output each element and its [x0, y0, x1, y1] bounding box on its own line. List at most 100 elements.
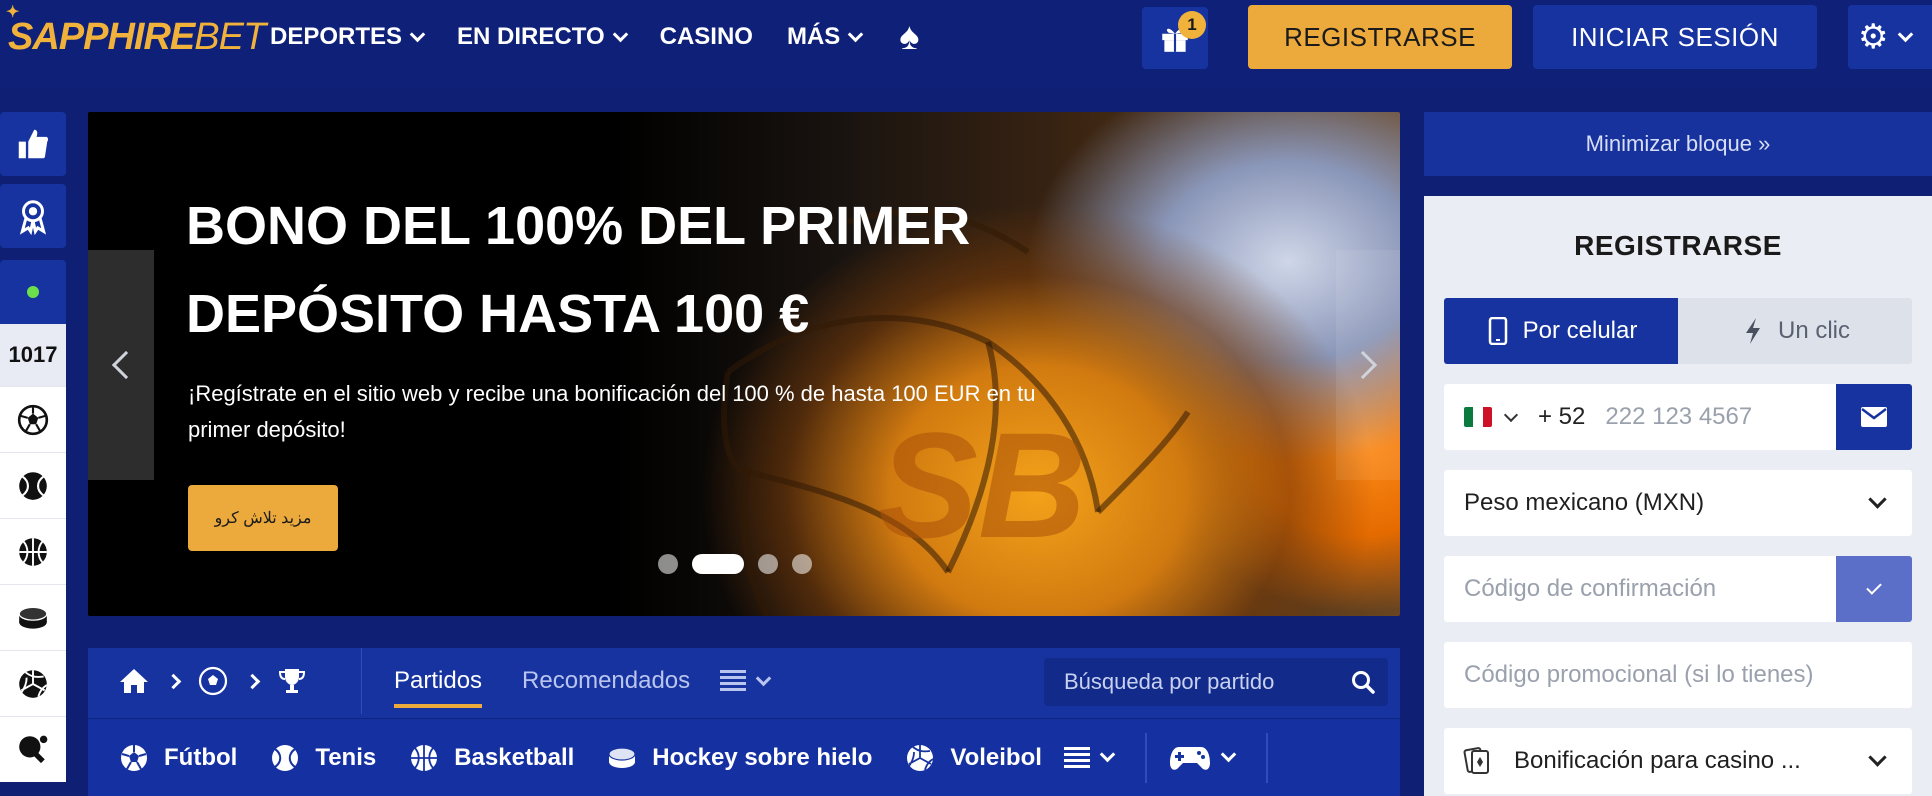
currency-select[interactable]: Peso mexicano (MXN): [1444, 470, 1912, 536]
hockey-puck-icon: [608, 746, 636, 768]
sidebar-sport-basketball[interactable]: [0, 518, 66, 584]
nav-deportes-label: DEPORTES: [270, 23, 403, 50]
logo-star-icon: ✦: [6, 4, 19, 21]
promo-banner[interactable]: SB BONO DEL 100% DEL PRIMER DEPÓSITO HAS…: [88, 112, 1400, 616]
breadcrumb: [88, 648, 362, 714]
live-button[interactable]: [0, 260, 66, 324]
nav-casino[interactable]: CASINO: [660, 23, 753, 51]
soccer-ball-icon: [121, 744, 147, 771]
currency-value: Peso mexicano (MXN): [1464, 489, 1705, 516]
nav-deportes[interactable]: DEPORTES: [270, 23, 426, 51]
basketball-icon: [19, 537, 47, 566]
banner-title-line1: BONO DEL 100% DEL PRIMER: [186, 196, 971, 256]
banner-cta-button[interactable]: مزید تلاش کرو: [188, 485, 338, 551]
sidebar-sport-volleyball[interactable]: [0, 650, 66, 716]
award-icon: [19, 200, 47, 235]
banner-dot-1[interactable]: [658, 554, 678, 574]
chevron-down-icon: [1868, 490, 1887, 509]
casino-cards-icon: [1463, 747, 1489, 774]
list-icon: [720, 670, 747, 691]
sidebar-sport-table-tennis[interactable]: [0, 716, 66, 782]
sport-futbol-label: Fútbol: [164, 743, 238, 771]
search-placeholder: Búsqueda por partido: [1064, 669, 1275, 694]
sport-hockey[interactable]: Hockey sobre hielo: [606, 742, 872, 774]
sport-voleibol[interactable]: Voleibol: [904, 742, 1042, 774]
sapphirebet-logo[interactable]: ✦ SAPPHIREBET: [6, 4, 266, 59]
chevron-down-icon[interactable]: [1503, 407, 1519, 422]
top-header: ✦ SAPPHIREBET DEPORTES EN DIRECTO CASINO…: [0, 0, 1932, 88]
live-dot-icon: [27, 286, 39, 298]
mexico-flag-icon[interactable]: [1464, 407, 1492, 427]
gear-icon: ⚙: [1858, 18, 1889, 56]
chevron-right-icon: [244, 673, 261, 689]
sport-tenis-label: Tenis: [315, 743, 377, 771]
banner-dot-2[interactable]: [692, 554, 744, 574]
match-tabs: Partidos Recomendados: [394, 648, 772, 714]
home-icon[interactable]: [118, 665, 150, 697]
banner-dot-3[interactable]: [758, 554, 778, 574]
trophy-icon[interactable]: [276, 665, 308, 697]
settings-button[interactable]: ⚙: [1848, 5, 1932, 69]
chevron-down-icon: [1099, 746, 1116, 763]
nav-casino-label: CASINO: [659, 23, 753, 50]
phone-field: + 52 222 123 4567: [1444, 384, 1912, 450]
sidebar-sport-tennis[interactable]: [0, 452, 66, 518]
banner-next-button[interactable]: [1336, 250, 1400, 480]
chevron-down-icon: [1898, 26, 1914, 42]
lightning-icon: [1745, 318, 1760, 344]
tab-one-click-label: Un clic: [1777, 317, 1850, 344]
login-button[interactable]: INICIAR SESIÓN: [1533, 5, 1817, 69]
tab-partidos[interactable]: Partidos: [394, 648, 483, 714]
hockey-puck-icon: [18, 606, 48, 629]
divider: [1144, 732, 1147, 783]
poker-nav-item[interactable]: ♠: [895, 16, 919, 59]
send-code-button[interactable]: [1836, 384, 1912, 450]
phone-prefix: + 52: [1538, 403, 1586, 430]
main-nav: DEPORTES EN DIRECTO CASINO MÁS ♠: [270, 0, 919, 74]
nav-en-directo-label: EN DIRECTO: [457, 23, 605, 50]
register-button[interactable]: REGISTRARSE: [1248, 5, 1512, 69]
confirm-code-button[interactable]: [1836, 556, 1912, 622]
minimize-block-button[interactable]: Minimizar bloque »: [1424, 112, 1932, 176]
bonus-select[interactable]: Bonificación para casino ...: [1444, 728, 1912, 794]
sidebar-sport-soccer[interactable]: [0, 386, 66, 452]
sport-voleibol-label: Voleibol: [950, 743, 1042, 771]
checkmark-icon: [1866, 579, 1882, 595]
chevron-left-icon: [111, 350, 141, 380]
divider: [1265, 732, 1268, 783]
confirmation-code-input[interactable]: Código de confirmación: [1464, 575, 1836, 603]
tabs-more-menu[interactable]: [720, 670, 772, 692]
banner-pagination: [658, 554, 812, 574]
tab-recomendados[interactable]: Recomendados: [522, 648, 690, 714]
registration-title: REGISTRARSE: [1574, 230, 1782, 261]
match-search-input[interactable]: Búsqueda por partido: [1044, 658, 1388, 706]
esports-menu[interactable]: [1169, 743, 1237, 773]
chevron-right-icon: [165, 673, 182, 689]
thumbs-up-icon: [18, 129, 49, 159]
tab-by-phone[interactable]: Por celular: [1444, 298, 1678, 364]
volleyball-icon: [907, 744, 934, 771]
sport-basketball[interactable]: Basketball: [408, 742, 574, 774]
bonus-value: Bonificación para casino ...: [1514, 747, 1801, 774]
banner-dot-4[interactable]: [792, 554, 812, 574]
tab-by-phone-label: Por celular: [1522, 317, 1638, 344]
nav-en-directo[interactable]: EN DIRECTO: [457, 23, 628, 51]
sidebar-sport-hockey[interactable]: [0, 584, 66, 650]
promo-code-field[interactable]: Código promocional (si lo tienes): [1444, 642, 1912, 708]
phone-input[interactable]: 222 123 4567: [1605, 403, 1836, 431]
banner-prev-button[interactable]: [88, 250, 154, 480]
gift-button[interactable]: 1: [1142, 7, 1208, 69]
soccer-ball-icon[interactable]: [197, 665, 229, 697]
search-icon[interactable]: [1350, 669, 1376, 695]
sport-tenis[interactable]: Tenis: [269, 742, 376, 774]
promo-code-input[interactable]: Código promocional (si lo tienes): [1464, 661, 1912, 689]
rewards-button[interactable]: [0, 184, 66, 248]
sport-futbol[interactable]: Fútbol: [118, 742, 237, 774]
favorites-button[interactable]: [0, 112, 66, 176]
confirmation-code-field: Código de confirmación: [1444, 556, 1912, 622]
sports-more-menu[interactable]: [1063, 746, 1116, 769]
chevron-down-icon: [409, 26, 426, 42]
tab-one-click[interactable]: Un clic: [1678, 298, 1912, 364]
volleyball-icon: [19, 669, 48, 698]
nav-mas[interactable]: MÁS: [787, 23, 864, 51]
